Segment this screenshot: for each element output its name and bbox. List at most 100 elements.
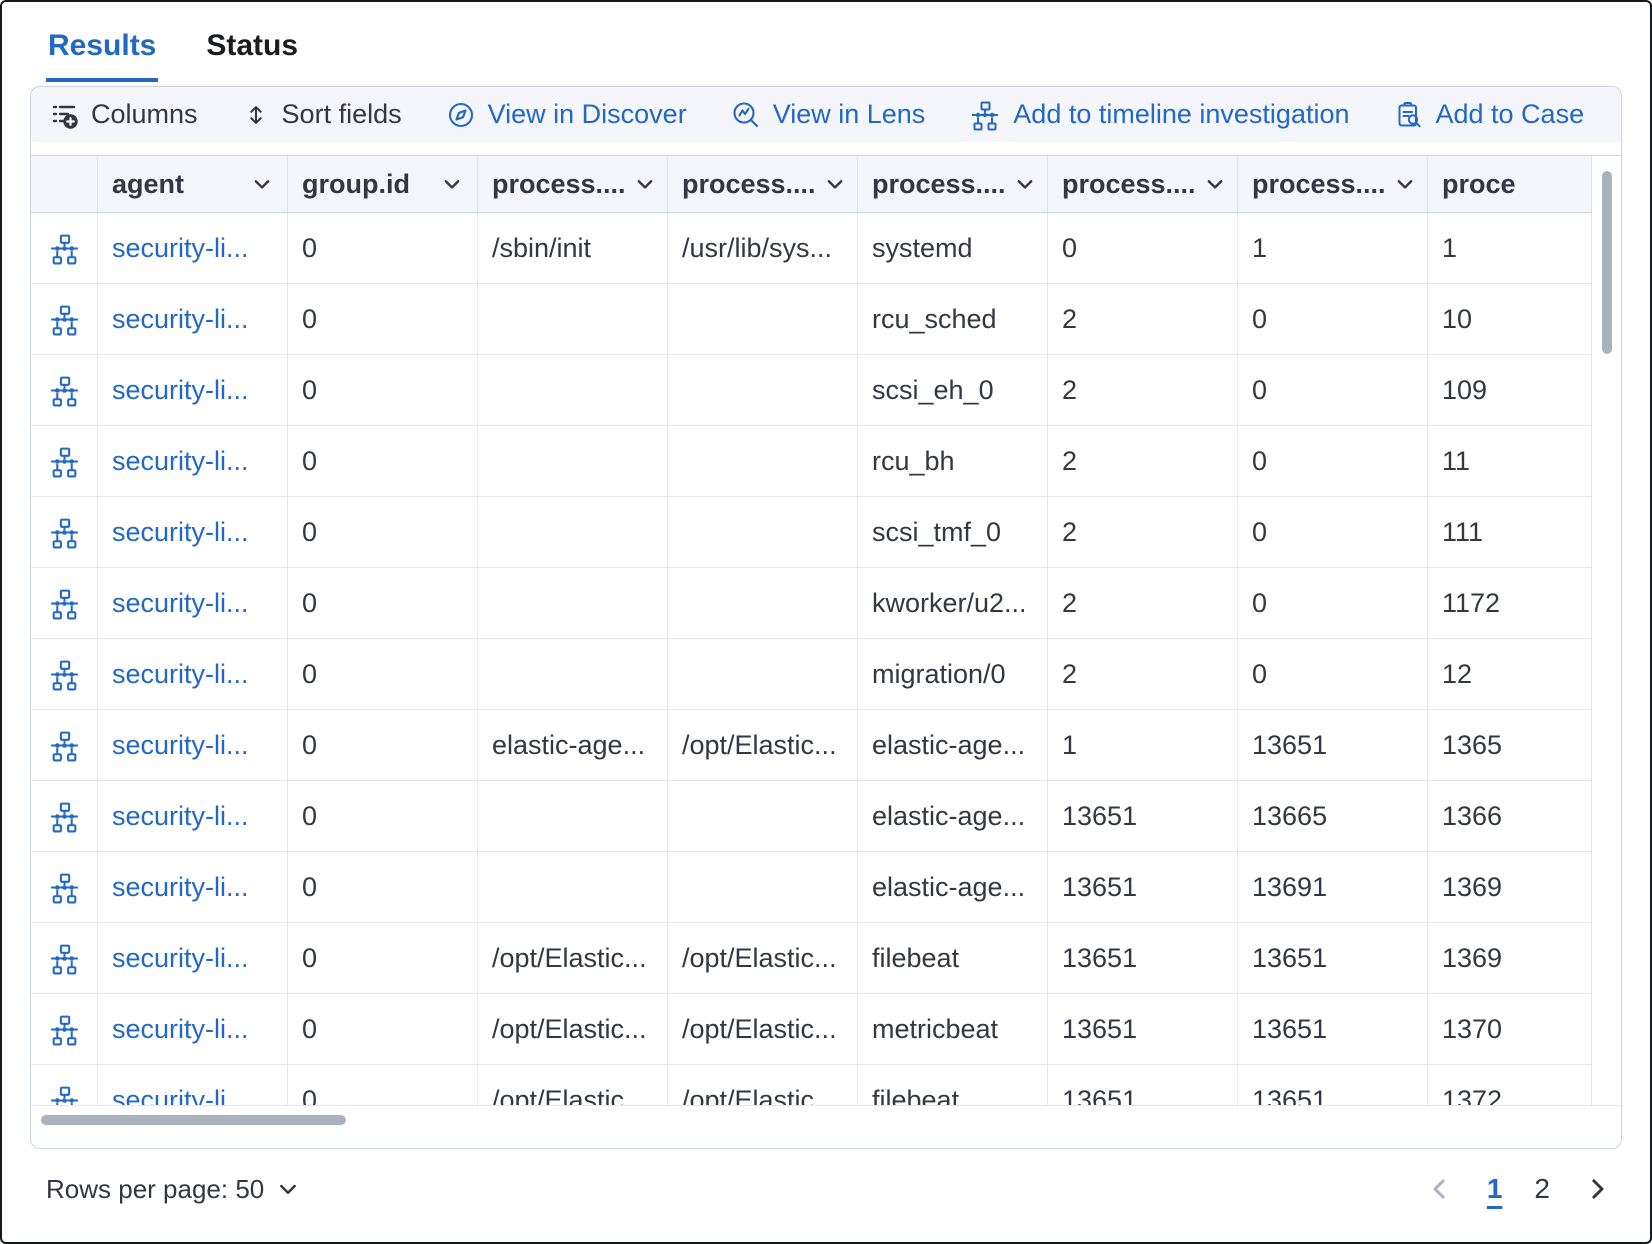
analyze-event-icon — [48, 516, 81, 549]
table-row: security-li...0/opt/Elastic.../opt/Elast… — [31, 923, 1591, 994]
column-header-process[interactable]: process.... — [478, 156, 668, 212]
column-header-process[interactable]: process.... — [668, 156, 858, 212]
analyze-event-icon — [48, 800, 81, 833]
vertical-scrollbar — [1591, 155, 1621, 1105]
column-header-process[interactable]: process.... — [858, 156, 1048, 212]
analyze-event-button[interactable] — [48, 800, 81, 833]
page-1-button[interactable]: 1 — [1487, 1173, 1503, 1205]
table-cell: 0 — [1238, 639, 1428, 709]
table-cell: 0 — [288, 994, 478, 1064]
table-cell: 13651 — [1048, 923, 1238, 993]
table-cell — [668, 497, 858, 567]
analyze-event-button[interactable] — [48, 658, 81, 691]
table-cell — [668, 781, 858, 851]
analyze-event-icon — [48, 729, 81, 762]
analyze-event-button[interactable] — [48, 303, 81, 336]
agent-link[interactable]: security-li... — [98, 710, 288, 780]
table-row: security-li...0rcu_sched2010 — [31, 284, 1591, 355]
analyze-event-button[interactable] — [48, 516, 81, 549]
grid-body: security-li...0/sbin/init/usr/lib/sys...… — [31, 213, 1591, 1105]
rows-per-page-button[interactable]: Rows per page: 50 — [46, 1174, 300, 1205]
table-cell — [478, 355, 668, 425]
table-row: security-li...0scsi_tmf_020111 — [31, 497, 1591, 568]
table-cell: 0 — [1238, 568, 1428, 638]
toolbar-button-label: Columns — [91, 99, 198, 130]
analyze-event-button[interactable] — [48, 374, 81, 407]
analyze-event-button[interactable] — [48, 942, 81, 975]
table-cell: 1370 — [1428, 994, 1591, 1064]
agent-link[interactable]: security-li... — [98, 213, 288, 283]
column-header-agent[interactable]: agent — [98, 156, 288, 212]
column-header-label: group.id — [302, 169, 410, 200]
toolbar-divider — [31, 142, 1621, 155]
analyze-event-button[interactable] — [48, 1013, 81, 1046]
add-to-timeline-button[interactable]: Add to timeline investigation — [969, 99, 1349, 131]
column-header-label: process.... — [872, 169, 1006, 200]
table-cell: 0 — [288, 497, 478, 567]
analyze-event-icon — [48, 942, 81, 975]
agent-link[interactable]: security-li... — [98, 497, 288, 567]
agent-link[interactable]: security-li... — [98, 568, 288, 638]
agent-link[interactable]: security-li... — [98, 781, 288, 851]
analyze-event-button[interactable] — [48, 729, 81, 762]
page-2-button[interactable]: 2 — [1534, 1173, 1550, 1205]
agent-link[interactable]: security-li... — [98, 923, 288, 993]
agent-link[interactable]: security-li — [98, 1065, 288, 1105]
scrollbar-thumb[interactable] — [41, 1115, 346, 1125]
add-to-case-button[interactable]: Add to Case — [1394, 99, 1585, 130]
agent-link[interactable]: security-li... — [98, 639, 288, 709]
column-header-process[interactable]: process.... — [1238, 156, 1428, 212]
table-cell: 2 — [1048, 497, 1238, 567]
table-cell: 109 — [1428, 355, 1591, 425]
tab-results[interactable]: Results — [46, 18, 158, 82]
tab-status[interactable]: Status — [204, 18, 300, 82]
analyze-event-button[interactable] — [48, 232, 81, 265]
view-in-discover-button[interactable]: View in Discover — [446, 99, 687, 130]
column-header-group-id[interactable]: group.id — [288, 156, 478, 212]
column-header-label: proce — [1442, 169, 1516, 200]
table-cell: 1 — [1428, 213, 1591, 283]
agent-link[interactable]: security-li... — [98, 355, 288, 425]
next-page-button[interactable] — [1582, 1174, 1612, 1204]
analyze-event-icon — [48, 374, 81, 407]
analyze-event-icon — [48, 303, 81, 336]
columns-button[interactable]: Columns — [49, 99, 198, 130]
analyze-event-button[interactable] — [48, 871, 81, 904]
agent-link[interactable]: security-li... — [98, 994, 288, 1064]
table-cell: 2 — [1048, 355, 1238, 425]
table-cell — [478, 781, 668, 851]
table-cell: /opt/Elastic... — [668, 710, 858, 780]
table-cell: elastic-age... — [858, 781, 1048, 851]
analyze-event-cell — [31, 355, 98, 425]
table-cell: elastic-age... — [858, 710, 1048, 780]
agent-link[interactable]: security-li... — [98, 426, 288, 496]
table-cell: 0 — [288, 710, 478, 780]
analyze-event-icon — [48, 658, 81, 691]
analyze-event-button[interactable] — [48, 445, 81, 478]
table-cell: metricbeat — [858, 994, 1048, 1064]
column-header-proce[interactable]: proce — [1428, 156, 1591, 212]
chevron-down-icon — [1014, 173, 1036, 195]
agent-link[interactable]: security-li... — [98, 284, 288, 354]
sort-fields-button[interactable]: Sort fields — [242, 99, 402, 130]
table-cell: 13651 — [1238, 1065, 1428, 1105]
chevron-down-icon — [1204, 173, 1226, 195]
view-in-lens-button[interactable]: View in Lens — [731, 99, 926, 130]
column-header-process[interactable]: process.... — [1048, 156, 1238, 212]
agent-link[interactable]: security-li... — [98, 852, 288, 922]
table-cell: 13691 — [1238, 852, 1428, 922]
chevron-down-icon — [824, 173, 846, 195]
grid-footer: Rows per page: 50 12 — [30, 1149, 1622, 1205]
columns-icon — [49, 100, 79, 130]
analyze-event-cell — [31, 994, 98, 1064]
analyze-event-cell — [31, 568, 98, 638]
scrollbar-thumb[interactable] — [1602, 171, 1612, 354]
analyze-event-button[interactable] — [48, 1084, 81, 1106]
page-list: 12 — [1487, 1173, 1550, 1205]
table-cell: 13651 — [1048, 781, 1238, 851]
analyze-event-button[interactable] — [48, 587, 81, 620]
analyze-event-icon — [48, 232, 81, 265]
table-cell: 0 — [288, 568, 478, 638]
table-row: security-li...0scsi_eh_020109 — [31, 355, 1591, 426]
prev-page-button[interactable] — [1425, 1174, 1455, 1204]
